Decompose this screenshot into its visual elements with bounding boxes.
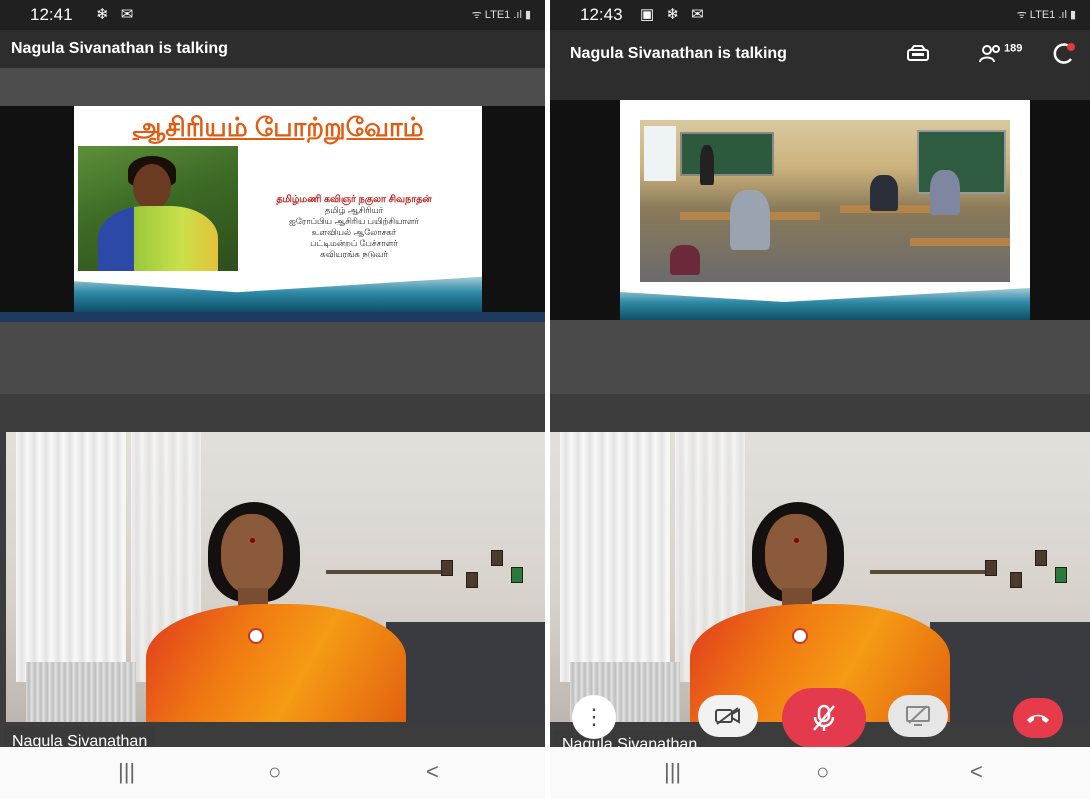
meeting-header: Nagula Sivanathan is talking — [0, 30, 545, 68]
presentation-slide — [620, 100, 1030, 320]
android-navbar: ||| ○ < — [0, 747, 545, 799]
microphone-toggle-button[interactable] — [782, 688, 866, 748]
speaker-title: Nagula Sivanathan is talking — [11, 40, 228, 57]
speaker-title: Nagula Sivanathan is talking — [570, 45, 787, 62]
home-button[interactable]: ○ — [268, 759, 281, 785]
screen-share-off-icon — [906, 705, 930, 726]
slide-line: ஐரோப்பிய ஆசிரிய பயிற்சியாளர் — [289, 216, 419, 226]
recent-apps-button[interactable]: ||| — [118, 759, 135, 785]
speaker-person — [146, 502, 406, 722]
snowflake-icon: ❄ — [666, 6, 683, 23]
back-button[interactable]: < — [970, 759, 983, 785]
more-vertical-icon: ⋮ — [583, 704, 605, 729]
back-button[interactable]: < — [426, 759, 439, 785]
more-options-button[interactable]: ⋮ — [572, 695, 616, 739]
slide-wave-decoration — [74, 276, 482, 312]
hang-up-icon — [1027, 714, 1049, 723]
slide-line: பட்டிமன்றப் பேச்சாளர் — [310, 238, 398, 248]
slide-line: தமிழ் ஆசிரியர் — [324, 205, 384, 215]
image-icon: ▣ — [640, 6, 659, 23]
android-navbar: ||| ○ < — [550, 747, 1090, 799]
shared-screen[interactable]: ஆசிரியம் போற்றுவோம் தமிழ்மணி கவிஞர் நகுல… — [0, 106, 545, 322]
empty-band — [550, 320, 1090, 394]
slide-title: ஆசிரியம் போற்றுவோம் — [132, 112, 424, 142]
car-mode-icon[interactable] — [906, 44, 930, 64]
shared-screen[interactable] — [550, 100, 1090, 320]
slide-line: உளவியல் ஆலோசகர் — [311, 227, 397, 237]
participants-count: 189 — [1004, 42, 1023, 55]
camera-toggle-button[interactable] — [698, 695, 758, 737]
slide-wave-decoration — [620, 288, 1030, 320]
speaker-video[interactable] — [550, 432, 1090, 722]
camera-off-icon — [715, 707, 740, 725]
status-bar: 12:43 ▣ ❄ ✉ ᯤ LTE1 .ıl ▮ — [550, 0, 1090, 30]
classroom-photo — [640, 120, 1010, 282]
screen-share-button[interactable] — [888, 695, 948, 737]
clock: 12:43 — [580, 5, 623, 24]
recent-apps-button[interactable]: ||| — [664, 759, 681, 785]
presentation-slide: ஆசிரியம் போற்றுவோம் தமிழ்மணி கவிஞர் நகுல… — [74, 106, 482, 312]
signal-battery-icons: ᯤ LTE1 .ıl ▮ — [471, 9, 531, 21]
status-bar: 12:41 ❄ ✉ ᯤ LTE1 .ıl ▮ — [0, 0, 545, 30]
clock: 12:41 — [30, 5, 73, 24]
left-phone-screen: 12:41 ❄ ✉ ᯤ LTE1 .ıl ▮ Nagula Sivanathan… — [0, 0, 545, 799]
message-icon: ✉ — [691, 6, 708, 23]
speaker-portrait — [78, 146, 238, 271]
slide-text: தமிழ்மணி கவிஞர் நகுலா சிவநாதன் தமிழ் ஆசி… — [254, 194, 454, 260]
mic-off-icon — [813, 704, 835, 731]
snowflake-icon: ❄ — [96, 6, 113, 23]
meeting-header: Nagula Sivanathan is talking 189 — [550, 30, 1090, 100]
right-phone-screen: 12:43 ▣ ❄ ✉ ᯤ LTE1 .ıl ▮ Nagula Sivanath… — [550, 0, 1090, 799]
participants-icon[interactable]: 189 — [978, 42, 1022, 65]
slide-line: கவியரங்க நடுவர் — [320, 249, 388, 259]
speaker-video[interactable] — [6, 432, 545, 722]
empty-band — [0, 322, 545, 394]
windows-taskbar — [0, 312, 545, 322]
chat-icon[interactable] — [1050, 42, 1076, 66]
home-button[interactable]: ○ — [816, 759, 829, 785]
end-call-button[interactable] — [1013, 698, 1063, 738]
signal-battery-icons: ᯤ LTE1 .ıl ▮ — [1016, 9, 1076, 21]
message-icon: ✉ — [120, 6, 138, 23]
divider-band — [0, 68, 545, 106]
slide-line: தமிழ்மணி கவிஞர் நகுலா சிவநாதன் — [276, 194, 432, 205]
